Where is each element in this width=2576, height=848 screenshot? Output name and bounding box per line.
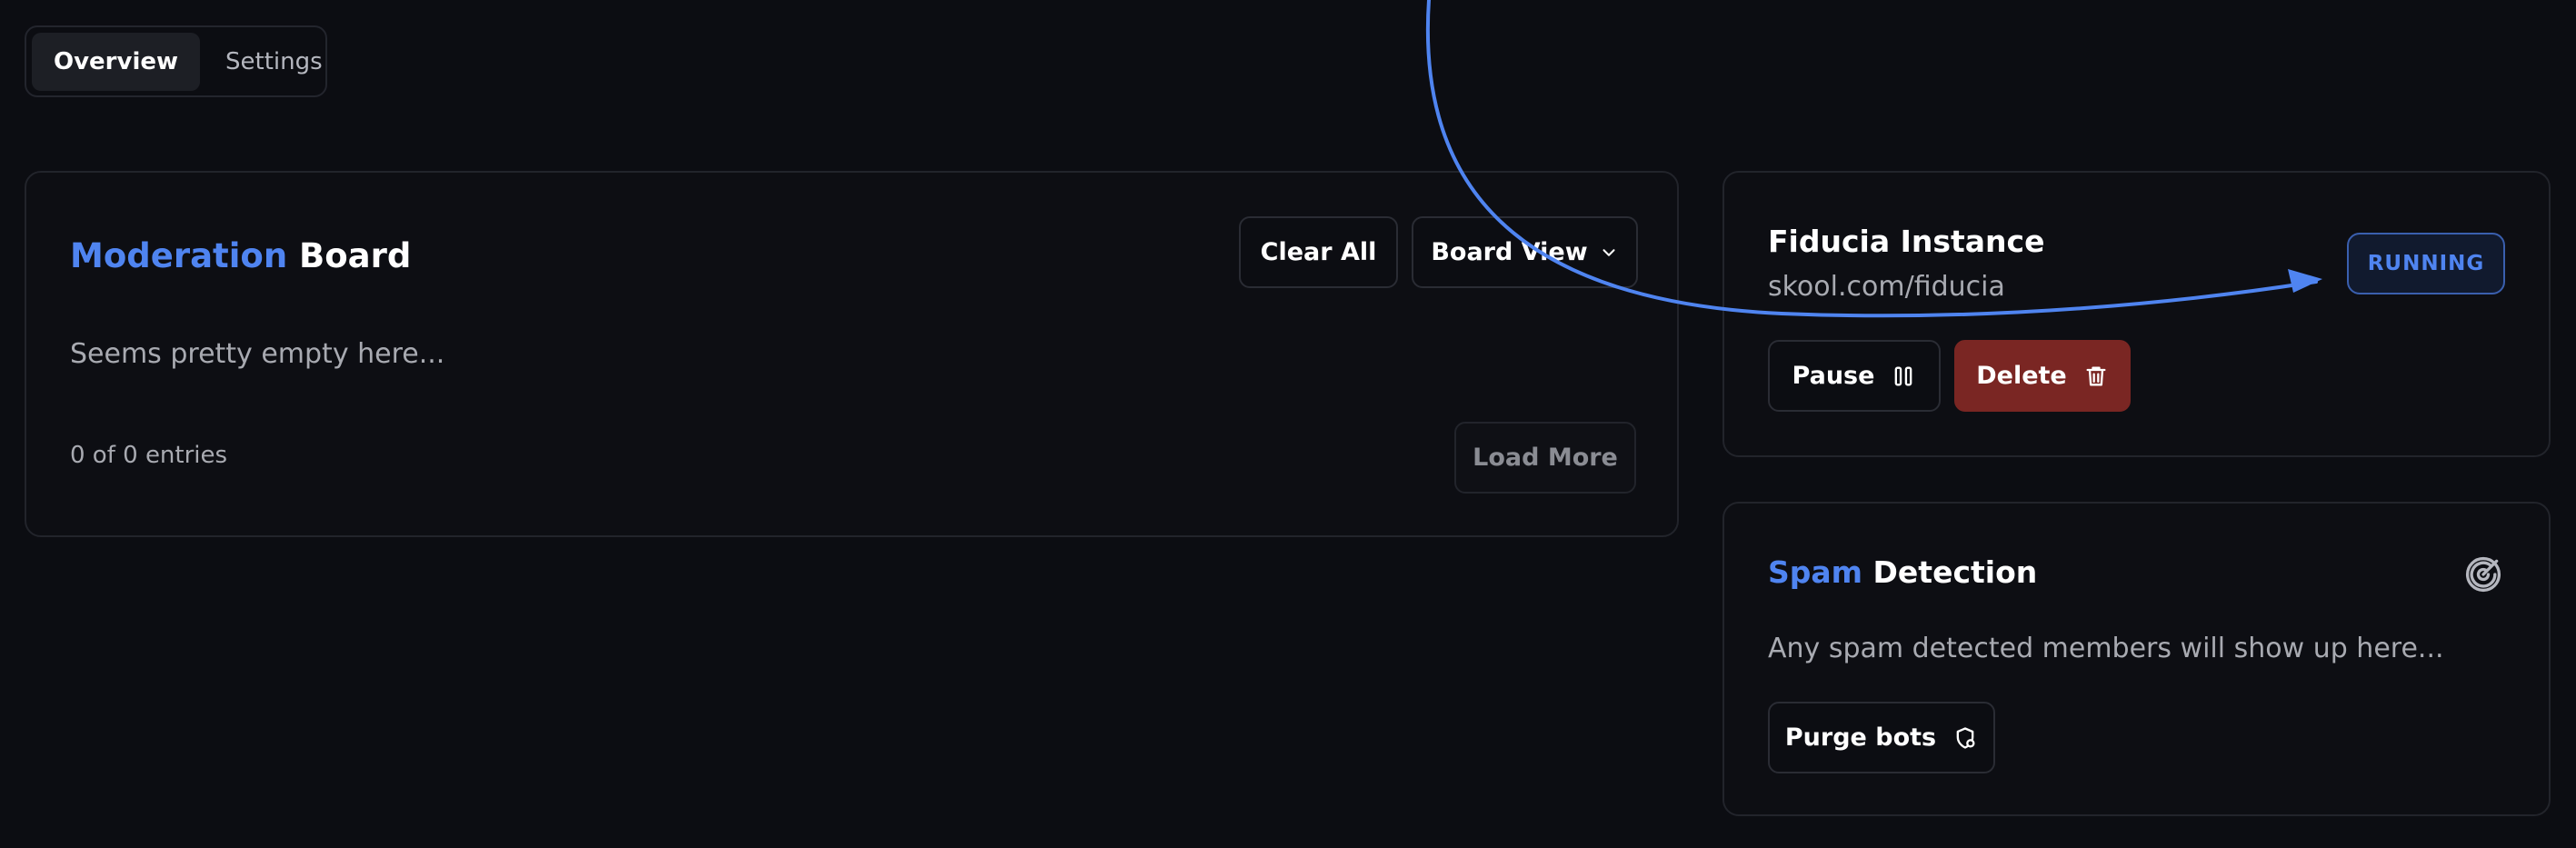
chevron-down-icon: [1603, 248, 1615, 256]
app: Overview Settings Moderation Board Clear…: [0, 0, 2576, 848]
spam-title-rest: Detection: [1862, 554, 2038, 590]
entries-count: 0 of 0 entries: [70, 442, 228, 469]
shield-icon: [1956, 726, 1975, 749]
purge-bots-button[interactable]: Purge bots: [1768, 702, 1995, 773]
pause-button[interactable]: Pause: [1768, 340, 1941, 412]
pause-label: Pause: [1792, 362, 1875, 390]
spam-title-accent: Spam: [1768, 554, 1863, 590]
delete-label: Delete: [1976, 362, 2067, 390]
load-more-label: Load More: [1473, 444, 1618, 472]
radar-icon[interactable]: [2463, 554, 2503, 594]
load-more-button[interactable]: Load More: [1454, 422, 1636, 494]
spam-detection-title: Spam Detection: [1768, 554, 2037, 590]
empty-state-text: Seems pretty empty here...: [70, 338, 445, 370]
moderation-title-accent: Moderation: [70, 236, 288, 275]
board-view-dropdown[interactable]: Board View: [1412, 216, 1638, 288]
spam-detection-card: Spam Detection Any spam detected members…: [1722, 502, 2551, 816]
tab-settings[interactable]: Settings: [204, 33, 344, 91]
instance-card: Fiducia Instance skool.com/fiducia RUNNI…: [1722, 171, 2551, 457]
purge-bots-label: Purge bots: [1784, 723, 1937, 752]
tab-bar: Overview Settings: [25, 25, 327, 97]
tab-overview[interactable]: Overview: [32, 32, 201, 91]
trash-icon: [2086, 366, 2106, 385]
instance-url: skool.com/fiducia: [1768, 271, 2005, 303]
pause-icon: [1895, 366, 1912, 385]
moderation-board-title: Moderation Board: [70, 236, 411, 275]
clear-all-button[interactable]: Clear All: [1239, 216, 1398, 288]
moderation-board-card: Moderation Board Clear All Board View Se…: [25, 171, 1679, 537]
status-badge: RUNNING: [2347, 233, 2505, 294]
instance-title: Fiducia Instance: [1768, 224, 2045, 259]
clear-all-label: Clear All: [1260, 238, 1377, 266]
moderation-title-rest: Board: [287, 236, 412, 275]
delete-button[interactable]: Delete: [1954, 340, 2131, 412]
spam-description: Any spam detected members will show up h…: [1768, 633, 2444, 664]
board-view-label: Board View: [1431, 238, 1588, 266]
